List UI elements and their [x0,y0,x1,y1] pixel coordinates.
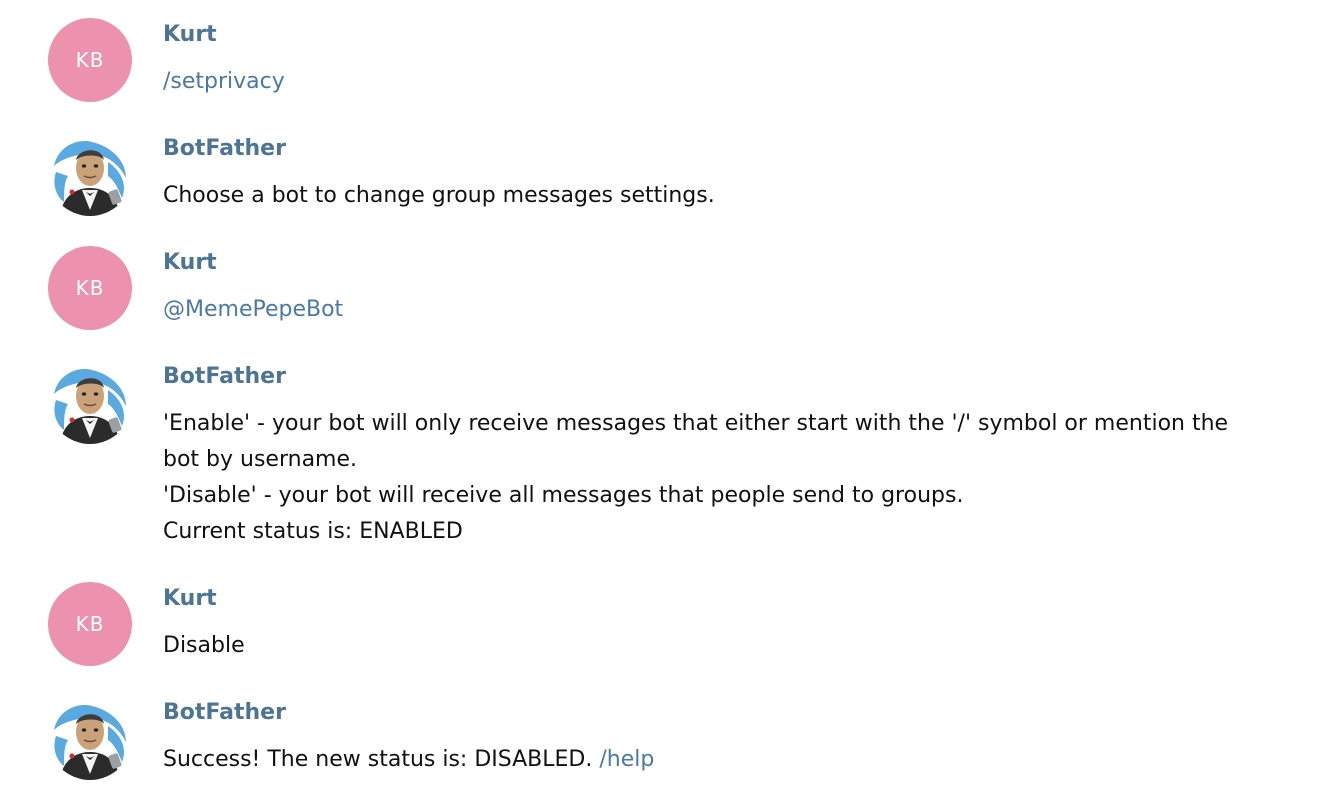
botfather-avatar-icon[interactable] [48,360,132,444]
message-line: bot by username. [163,447,358,472]
message-text: Choose a bot to change group messages se… [163,183,715,208]
message-line: Current status is: ENABLED [163,519,463,544]
message-line: 'Disable' - your bot will receive all me… [163,483,964,508]
sender-name[interactable]: Kurt [163,586,217,611]
botfather-avatar-icon[interactable] [48,696,132,780]
message-text: /setprivacy [163,64,1313,100]
message-text: @MemePepeBot [163,292,1313,328]
help-command-link[interactable]: /help [599,747,654,772]
sender-name[interactable]: BotFather [163,700,286,725]
message-text: Success! The new status is: DISABLED. /h… [163,742,1313,778]
message-text-content: Success! The new status is: DISABLED. [163,747,593,772]
message-text: Disable [163,633,245,658]
sender-name[interactable]: BotFather [163,136,286,161]
sender-name[interactable]: Kurt [163,250,217,275]
sender-name[interactable]: BotFather [163,364,286,389]
botfather-avatar-icon[interactable] [48,132,132,216]
command-link[interactable]: /setprivacy [163,69,285,94]
message-line: 'Enable' - your bot will only receive me… [163,411,1229,436]
mention-link[interactable]: @MemePepeBot [163,297,343,322]
user-avatar[interactable]: KB [48,18,132,102]
chat-history: KB Kurt /setprivacy BotFather Choose a b… [0,0,1344,794]
user-avatar[interactable]: KB [48,582,132,666]
message-text: 'Enable' - your bot will only receive me… [163,406,1313,550]
user-avatar[interactable]: KB [48,246,132,330]
sender-name[interactable]: Kurt [163,22,217,47]
